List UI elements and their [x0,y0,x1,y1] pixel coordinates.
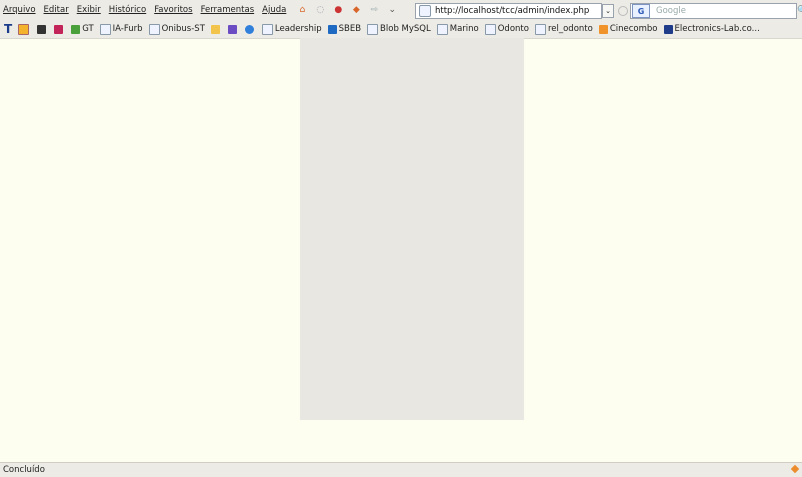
search-icon[interactable]: 🔍 [797,6,802,16]
menu-item-historico[interactable]: Histórico [109,5,146,15]
history-dropdown-icon[interactable]: ⌄ [386,4,398,16]
page-icon [534,23,546,35]
back-icon[interactable]: ◆ [350,4,362,16]
content-panel [300,38,524,420]
search-box[interactable]: G Google [630,3,797,19]
forward-icon[interactable]: ⇨ [368,4,380,16]
menu-bar: Arquivo Editar Exibir Histórico Favorito… [0,5,294,15]
bookmark-icon-info[interactable] [244,24,256,34]
bookmark-odonto[interactable]: Odonto [484,23,529,35]
bookmark-icon-purple[interactable] [227,24,239,34]
navigation-buttons: ⌂ ◌ ● ◆ ⇨ ⌄ [296,4,404,16]
bookmark-marino[interactable]: Marino [436,23,479,35]
bookmark-leadership[interactable]: Leadership [261,23,322,35]
address-dropdown-icon[interactable]: ⌄ [602,4,614,18]
home-icon[interactable]: ⌂ [296,4,308,16]
stop-icon[interactable]: ● [332,4,344,16]
menu-item-arquivo[interactable]: Arquivo [3,5,36,15]
bookmark-icon-red[interactable] [54,24,65,34]
menu-item-exibir[interactable]: Exibir [77,5,101,15]
bookmark-sbeb[interactable]: SBEB [327,24,361,34]
bookmark-cinecombo[interactable]: Cinecombo [598,24,658,34]
reload-icon[interactable]: ◌ [314,4,326,16]
page-icon [261,23,273,35]
bookmark-gt[interactable]: GT [71,24,94,34]
status-text: Concluído [3,465,45,475]
menu-item-editar[interactable]: Editar [44,5,69,15]
bookmark-electronics-lab[interactable]: Electronics-Lab.co... [663,24,760,34]
search-placeholder: Google [656,6,686,16]
page-favicon-icon [419,5,431,17]
page-icon [436,23,448,35]
bookmark-rel-odonto[interactable]: rel_odonto [534,23,593,35]
bookmark-icon-yellow[interactable] [18,23,31,35]
menu-item-ajuda[interactable]: Ajuda [262,5,286,15]
sbeb-icon [327,24,337,34]
bookmarks-toolbar: T GT IA-Furb Onibus-ST Leadership SBEB B… [0,20,802,39]
resize-grip-icon[interactable] [790,464,800,474]
bookmark-blob-mysql[interactable]: Blob MySQL [367,23,431,35]
page-icon [484,23,496,35]
page-icon [99,23,111,35]
bookmark-icon-warning[interactable] [210,24,222,34]
leaf-icon [71,24,81,34]
menu-item-favoritos[interactable]: Favoritos [154,5,192,15]
bookmark-icon-dark[interactable] [37,24,48,34]
page-icon [148,23,160,35]
electronics-icon [663,24,673,34]
bookmark-ia-furb[interactable]: IA-Furb [99,23,143,35]
google-engine-icon[interactable]: G [632,4,650,18]
address-bar[interactable]: http://localhost/tcc/admin/index.php [415,3,602,19]
bookmark-onibus-st[interactable]: Onibus-ST [148,23,205,35]
status-bar: Concluído [0,462,802,477]
menu-item-ferramentas[interactable]: Ferramentas [201,5,255,15]
go-circle-icon[interactable] [618,6,628,16]
address-url: http://localhost/tcc/admin/index.php [435,6,590,16]
cinecombo-icon [598,24,608,34]
bookmark-t-icon[interactable]: T [4,22,12,36]
page-icon [367,23,379,35]
